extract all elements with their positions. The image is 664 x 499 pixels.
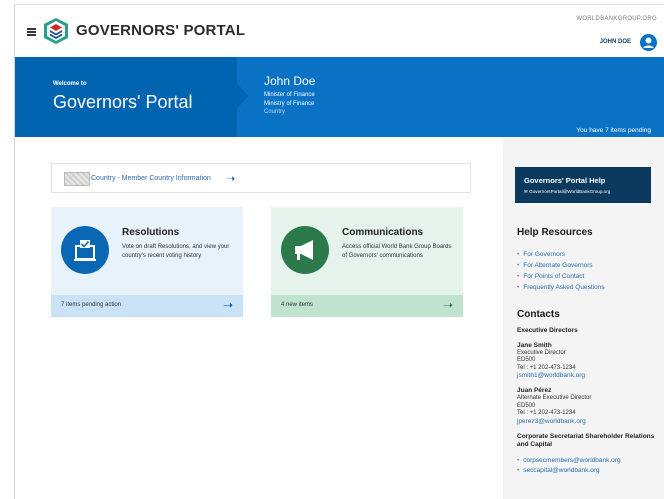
corporate-email-list: corpsecmembers@worldbank.org seccapital@… bbox=[517, 456, 662, 476]
user-full-name: John Doe bbox=[264, 74, 316, 88]
communications-new-items: 4 new items bbox=[281, 302, 314, 308]
contact-code: ED500 bbox=[517, 402, 536, 409]
communications-footer[interactable]: 4 new items ➝ bbox=[271, 295, 463, 317]
corporate-email[interactable]: seccapital@worldbank.org bbox=[517, 466, 662, 476]
contact-tel: Tel : +1 202-473-1234 bbox=[517, 410, 576, 416]
contact-email[interactable]: jsmith1@worldbank.org bbox=[517, 372, 662, 380]
contact-name: Juan Pérez bbox=[517, 387, 552, 394]
country-flag bbox=[64, 172, 90, 186]
help-resources-heading: Help Resources bbox=[517, 227, 593, 238]
right-sidebar: Governors' Portal Help ✉ GovernorsPortal… bbox=[503, 137, 664, 499]
help-resources-list: For Governors For Alternate Governors Fo… bbox=[517, 249, 605, 293]
portal-help-box[interactable]: Governors' Portal Help ✉ GovernorsPortal… bbox=[515, 167, 651, 203]
corporate-email[interactable]: corpsecmembers@worldbank.org bbox=[517, 456, 662, 466]
user-country: Country bbox=[264, 109, 286, 115]
app-frame: GOVERNORS' PORTAL WORLDBANKGROUP.ORG JOH… bbox=[14, 4, 664, 499]
help-email[interactable]: GovernorsPortal@WorldBankGroup.org bbox=[529, 189, 610, 194]
executive-directors-heading: Executive Directors bbox=[517, 327, 578, 334]
resource-link[interactable]: For Governors bbox=[517, 249, 605, 260]
portal-brand[interactable]: GOVERNORS' PORTAL bbox=[76, 22, 245, 39]
welcome-panel: Welcome to Governors' Portal bbox=[15, 57, 237, 137]
arrow-right-icon[interactable]: ➝ bbox=[226, 172, 235, 185]
user-title: Minister of Finance bbox=[264, 92, 315, 98]
user-info-block: John Doe Minister of Finance Ministry of… bbox=[264, 74, 315, 117]
resolutions-card[interactable]: Resolutions Vote on draft Resolutions, a… bbox=[51, 207, 243, 317]
arrow-right-icon[interactable]: ➝ bbox=[443, 298, 453, 312]
country-info-label[interactable]: Country - Member Country Information bbox=[91, 175, 211, 182]
governors-portal-logo[interactable] bbox=[42, 17, 70, 45]
user-circle-icon[interactable] bbox=[640, 34, 657, 51]
resolutions-description: Vote on draft Resolutions, and view your… bbox=[122, 244, 230, 259]
welcome-banner: Welcome to Governors' Portal John Doe Mi… bbox=[15, 57, 664, 137]
user-name[interactable]: JOHN DOE bbox=[600, 39, 631, 45]
help-email-row[interactable]: ✉ GovernorsPortal@WorldBankGroup.org bbox=[524, 189, 610, 195]
corporate-secretariat-heading: Corporate Secretariat Shareholder Relati… bbox=[517, 432, 655, 449]
contact-role: Alternate Executive Director bbox=[517, 395, 592, 401]
resolutions-title[interactable]: Resolutions bbox=[122, 227, 179, 238]
arrow-right-icon[interactable]: ➝ bbox=[223, 298, 233, 312]
mail-icon: ✉ bbox=[524, 189, 528, 194]
main-content: Country - Member Country Information ➝ R… bbox=[15, 137, 503, 499]
welcome-title: Governors' Portal bbox=[53, 92, 193, 112]
user-ministry: Ministry of Finance bbox=[264, 100, 315, 107]
contact-name: Jane Smith bbox=[517, 341, 552, 349]
ballot-box-icon bbox=[61, 226, 109, 274]
contact-email[interactable]: jperez3@worldbank.org bbox=[517, 418, 662, 426]
megaphone-icon bbox=[281, 226, 329, 274]
resolutions-pending-text: 7 items pending action bbox=[61, 302, 122, 308]
hamburger-icon[interactable] bbox=[27, 28, 36, 36]
contacts-heading: Contacts bbox=[517, 309, 560, 320]
top-header: GOVERNORS' PORTAL WORLDBANKGROUP.ORG JOH… bbox=[15, 5, 664, 57]
communications-title[interactable]: Communications bbox=[342, 227, 423, 238]
worldbankgroup-link[interactable]: WORLDBANKGROUP.ORG bbox=[576, 16, 657, 22]
resource-link[interactable]: For Points of Contact bbox=[517, 271, 605, 282]
communications-card[interactable]: Communications Access official World Ban… bbox=[271, 207, 463, 317]
help-title: Governors' Portal Help bbox=[524, 176, 606, 185]
contact-code: ED500 bbox=[517, 357, 536, 363]
country-info-link[interactable]: Country - Member Country Information ➝ bbox=[51, 163, 471, 193]
contact-tel: Tel : +1 202-473-1234 bbox=[517, 364, 576, 371]
resolutions-footer[interactable]: 7 items pending action ➝ bbox=[51, 295, 243, 317]
contact-role: Executive Director bbox=[517, 349, 566, 356]
resource-link[interactable]: For Alternate Governors bbox=[517, 260, 605, 271]
welcome-label: Welcome to bbox=[53, 81, 87, 87]
pending-items-text[interactable]: You have 7 items pending bbox=[576, 127, 651, 134]
banner-arrow-shape bbox=[237, 83, 248, 109]
resource-link[interactable]: Frequently Asked Questions bbox=[517, 282, 604, 293]
contacts-section: Executive Directors Jane Smith Executive… bbox=[517, 327, 662, 476]
communications-description: Access official World Bank Group Boards … bbox=[342, 244, 452, 259]
